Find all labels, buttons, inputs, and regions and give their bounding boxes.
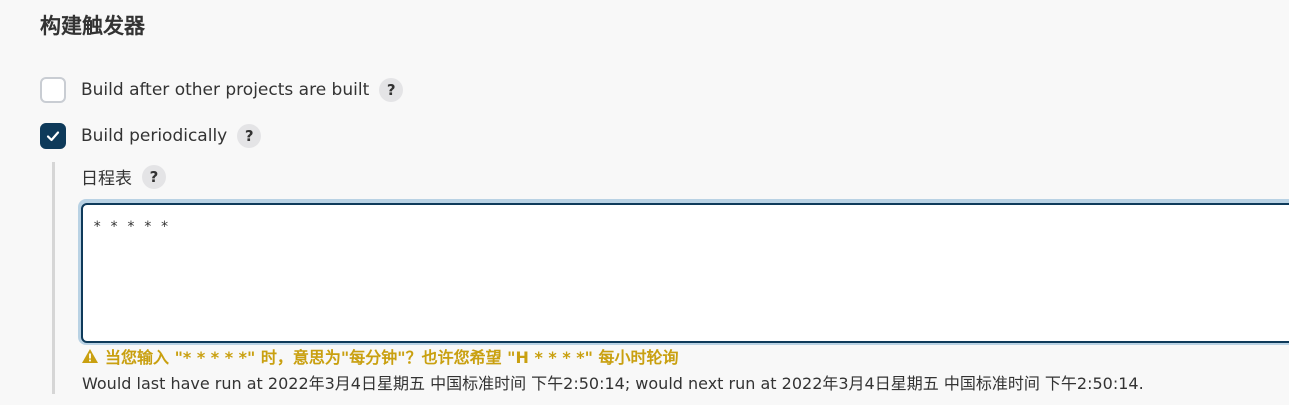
schedule-warning: 当您输入 "* * * * *" 时，意思为"每分钟"？也许您希望 "H * *… <box>81 344 679 368</box>
help-icon[interactable]: ? <box>142 164 166 189</box>
schedule-run-info: Would last have run at 2022年3月4日星期五 中国标准… <box>82 374 1144 393</box>
schedule-label-row: 日程表 ? <box>81 164 166 189</box>
help-icon[interactable]: ? <box>237 124 262 148</box>
section-title: 构建触发器 <box>40 14 145 38</box>
warning-icon <box>82 349 98 363</box>
build-periodically-option: Build periodically ? <box>40 123 262 149</box>
warning-text: 当您输入 "* * * * *" 时，意思为"每分钟"？也许您希望 "H * *… <box>105 348 679 367</box>
schedule-label: 日程表 <box>81 169 132 189</box>
build-after-option: Build after other projects are built ? <box>40 77 404 103</box>
checkmark-icon <box>46 131 60 142</box>
nested-section-rule <box>52 162 55 394</box>
build-periodically-checkbox[interactable] <box>40 123 66 149</box>
schedule-input[interactable] <box>81 203 1289 343</box>
help-icon[interactable]: ? <box>379 78 404 102</box>
build-after-checkbox[interactable] <box>40 77 66 103</box>
build-periodically-label[interactable]: Build periodically <box>81 126 227 146</box>
build-after-label[interactable]: Build after other projects are built <box>81 80 369 100</box>
